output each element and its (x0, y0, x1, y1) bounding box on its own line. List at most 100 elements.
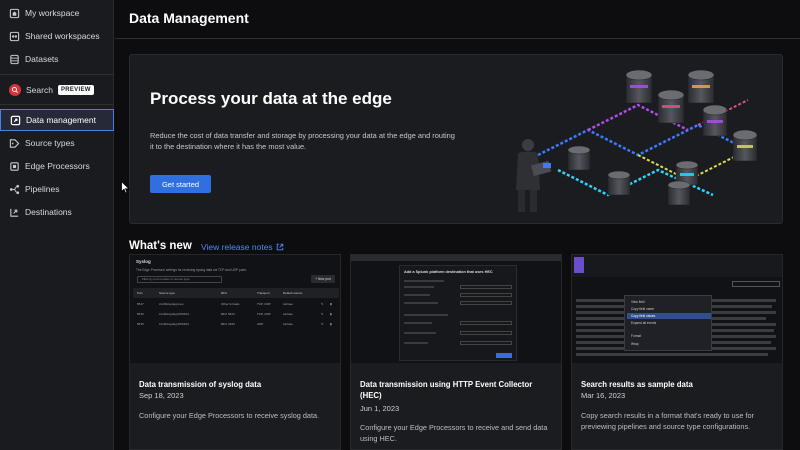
view-release-notes-link[interactable]: View release notes (201, 242, 284, 252)
table-cell: tunlnee (283, 322, 293, 326)
table-cell: TCP, UDP (257, 302, 271, 306)
card-thumbnail: Add a Splunk platform destination that u… (351, 255, 561, 363)
sidebar-item-source-types[interactable]: Source types (0, 132, 114, 154)
delete-icon: ▮ (330, 322, 332, 326)
sidebar: My workspace Shared workspaces Datasets … (0, 0, 114, 450)
card-title: Search results as sample data (581, 380, 693, 389)
column-header: Port (137, 291, 143, 295)
menu-item: Copy field name (631, 307, 655, 311)
thumb-filter-input: Filter by port number or source type (137, 276, 222, 283)
home-icon (9, 8, 20, 19)
card-date: Jun 1, 2023 (360, 404, 400, 413)
mouse-cursor-icon (121, 181, 130, 194)
title-divider (115, 38, 800, 39)
menu-item: Format (631, 334, 642, 338)
pipeline-icon (9, 184, 20, 195)
release-notes-label: View release notes (201, 242, 273, 252)
card-description: Copy search results in a format that's r… (581, 411, 754, 431)
menu-item: View field (631, 300, 645, 304)
hero-description: Reduce the cost of data transfer and sto… (150, 131, 455, 151)
data-management-icon (10, 115, 21, 126)
sidebar-item-label: Source types (25, 138, 75, 148)
main-content: Data Management Process your data at the… (115, 0, 800, 450)
menu-item: Copy field values (631, 314, 656, 318)
card-description: Configure your Edge Processors to receiv… (360, 423, 548, 443)
processor-icon (9, 161, 20, 172)
sidebar-item-edge-processors[interactable]: Edge Processors (0, 155, 114, 177)
thumb-new-port-button: + New port (311, 275, 335, 283)
table-cell: 5517 (137, 302, 144, 306)
app-window: My workspace Shared workspaces Datasets … (0, 0, 800, 450)
edit-icon: ✎ (321, 312, 324, 316)
thumb-top-bar (351, 255, 561, 261)
column-header: Default source (283, 291, 303, 295)
whats-new-card-syslog[interactable]: Syslog The Edge Processor settings for r… (129, 254, 341, 450)
hero-banner: Process your data at the edge Reduce the… (129, 54, 783, 224)
external-link-icon (276, 243, 283, 251)
card-title: Data transmission using HTTP Event Colle… (360, 380, 533, 400)
search-icon (9, 84, 21, 96)
tag-icon (9, 138, 20, 149)
edit-icon: ✎ (321, 322, 324, 326)
sidebar-item-my-workspace[interactable]: My workspace (0, 2, 114, 24)
table-cell: RFC 3164 (221, 322, 235, 326)
column-header: RFC (221, 291, 228, 295)
table-cell: TCP, UDP (257, 312, 271, 316)
sidebar-item-label: Data management (26, 115, 96, 125)
card-thumbnail: View field Copy field name Copy field va… (572, 255, 782, 363)
table-row: 5515 zsm5cisyslog:RC5164 RFC 3164 UDP tu… (133, 319, 339, 329)
sidebar-item-search[interactable]: Search PREVIEW (0, 79, 114, 101)
preview-badge: PREVIEW (57, 85, 94, 95)
sidebar-divider (0, 104, 114, 105)
sidebar-item-label: My workspace (25, 8, 80, 18)
table-cell: Other formats (221, 302, 240, 306)
get-started-button[interactable]: Get started (150, 175, 211, 193)
delete-icon: ▮ (330, 302, 332, 306)
card-date: Mar 16, 2023 (581, 391, 626, 400)
thumb-heading: Syslog (136, 259, 151, 264)
thumb-context-menu: View field Copy field name Copy field va… (624, 295, 712, 351)
shared-icon (9, 31, 20, 42)
edit-icon: ✎ (321, 302, 324, 306)
thumb-form-title: Add a Splunk platform destination that u… (404, 270, 493, 274)
sidebar-item-label: Destinations (25, 207, 72, 217)
sidebar-item-label: Datasets (25, 54, 59, 64)
sidebar-item-label: Search (26, 85, 53, 95)
sidebar-divider (0, 74, 114, 75)
menu-item: Wrap (631, 342, 639, 346)
edge-processing-illustration (516, 69, 758, 212)
column-header: Source type (159, 291, 176, 295)
table-cell: zsm5cisyslog:mes (159, 302, 184, 306)
table-cell: 5515 (137, 322, 144, 326)
sidebar-item-data-management[interactable]: Data management (0, 109, 114, 131)
person-figure (516, 139, 552, 212)
sidebar-item-destinations[interactable]: Destinations (0, 201, 114, 223)
sidebar-item-shared-workspaces[interactable]: Shared workspaces (0, 25, 114, 47)
card-thumbnail: Syslog The Edge Processor settings for r… (130, 255, 340, 363)
card-description: Configure your Edge Processors to receiv… (139, 411, 320, 420)
table-row: 5516 zsm5cisyslog:RC5424 RFC 5424 TCP, U… (133, 309, 339, 319)
sidebar-item-label: Shared workspaces (25, 31, 100, 41)
destination-icon (9, 207, 20, 218)
card-title: Data transmission of syslog data (139, 380, 262, 389)
table-header-row: Port Source type RFC Transport Default s… (133, 288, 339, 298)
table-cell: RFC 5424 (221, 312, 235, 316)
sidebar-item-label: Edge Processors (25, 161, 90, 171)
thumb-form: Add a Splunk platform destination that u… (399, 265, 517, 361)
sidebar-item-label: Pipelines (25, 184, 60, 194)
sidebar-item-pipelines[interactable]: Pipelines (0, 178, 114, 200)
table-cell: tunlnee (283, 312, 293, 316)
table-cell: UDP (257, 322, 264, 326)
sidebar-item-datasets[interactable]: Datasets (0, 48, 114, 70)
card-date: Sep 18, 2023 (139, 391, 184, 400)
whats-new-heading: What's new (129, 240, 192, 252)
thumb-subtitle: The Edge Processor settings for receivin… (136, 268, 247, 272)
whats-new-card-search-results[interactable]: View field Copy field name Copy field va… (571, 254, 783, 450)
table-cell: zsm5cisyslog:RC5424 (159, 312, 189, 316)
delete-icon: ▮ (330, 312, 332, 316)
database-icon (9, 54, 20, 65)
whats-new-card-hec[interactable]: Add a Splunk platform destination that u… (350, 254, 562, 450)
table-cell: tunlnee (283, 302, 293, 306)
page-title: Data Management (129, 10, 249, 26)
column-header: Transport (257, 291, 270, 295)
